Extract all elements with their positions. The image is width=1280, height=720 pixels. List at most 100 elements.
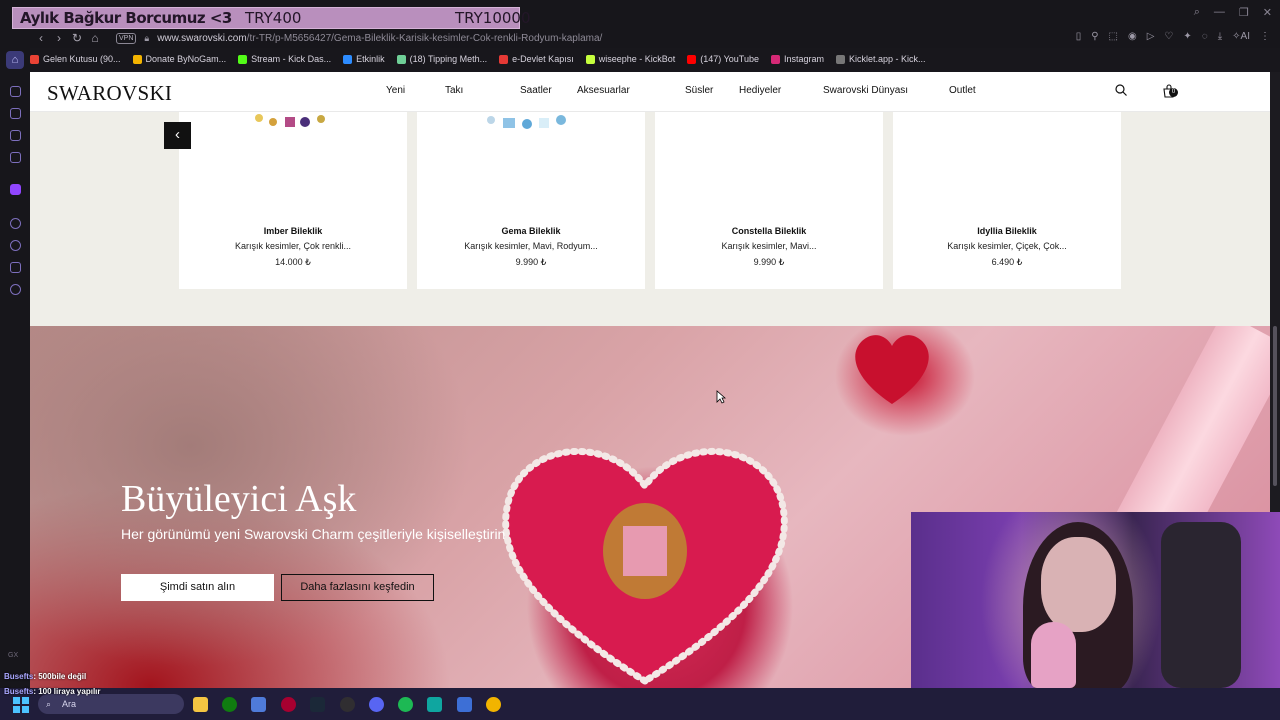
swarovski-logo[interactable]: SWAROVSKI: [47, 81, 172, 106]
product-price: 14.000 ₺: [275, 257, 311, 267]
file-explorer-icon[interactable]: [193, 697, 208, 712]
close-icon[interactable]: ✕: [1263, 6, 1272, 19]
taskbar-search-input[interactable]: ⌕ Ara: [38, 694, 184, 714]
xbox-icon[interactable]: [222, 697, 237, 712]
nav-item-taki[interactable]: Takı: [445, 85, 520, 96]
nav-item-hediyeler[interactable]: Hediyeler: [739, 85, 823, 96]
sidebar-settings-icon[interactable]: [10, 284, 21, 295]
url-path: /tr-TR/p-M5656427/Gema-Bileklik-Karisik-…: [246, 32, 603, 44]
sidebar-history-icon[interactable]: [10, 86, 21, 97]
bookmark-label: Kicklet.app - Kick...: [849, 54, 926, 64]
windows-start-icon[interactable]: [13, 697, 29, 713]
discord-icon[interactable]: [369, 697, 384, 712]
split-view-icon[interactable]: ▯: [1076, 31, 1082, 42]
account-icon[interactable]: ◌: [1202, 31, 1208, 42]
product-card[interactable]: Idyllia Bileklik Karışık kesimler, Çiçek…: [893, 112, 1121, 289]
bookmark-etkinlik[interactable]: Etkinlik: [343, 54, 385, 64]
settings-app-icon[interactable]: [457, 697, 472, 712]
heart-charm-image: [502, 447, 788, 686]
app-icon[interactable]: [427, 697, 442, 712]
camera-icon[interactable]: ◉: [1128, 31, 1137, 42]
nav-item-susler[interactable]: Süsler: [685, 85, 739, 96]
lock-icon[interactable]: 🔒︎: [144, 33, 149, 44]
address-bar: ‹ › ↻ ⌂ VPN 🔒︎ www.swarovski.com/tr-TR/p…: [0, 28, 1280, 48]
product-card[interactable]: Gema Bileklik Karışık kesimler, Mavi, Ro…: [417, 112, 645, 289]
ai-button[interactable]: ✧AI: [1232, 31, 1250, 42]
product-card[interactable]: Imber Bileklik Karışık kesimler, Çok ren…: [179, 112, 407, 289]
sidebar-twitch-icon[interactable]: [10, 184, 21, 195]
bookmark-youtube[interactable]: (147) YouTube: [687, 54, 759, 64]
streamer-webcam: [911, 512, 1280, 688]
bookmark-instagram[interactable]: Instagram: [770, 54, 824, 64]
sidebar-games-icon[interactable]: [10, 130, 21, 141]
back-icon[interactable]: ‹: [32, 31, 50, 45]
url-field[interactable]: www.swarovski.com/tr-TR/p-M5656427/Gema-…: [157, 33, 602, 44]
heart-icon[interactable]: ♡: [1164, 31, 1173, 42]
search-tabs-icon[interactable]: ⌕: [1194, 6, 1200, 19]
sidebar-clock-icon[interactable]: [10, 240, 21, 251]
nav-item-swarovski-dunyasi[interactable]: Swarovski Dünyası: [823, 85, 949, 96]
bookmark-gmail[interactable]: Gelen Kutusu (90...: [30, 54, 121, 64]
minimize-icon[interactable]: —: [1214, 6, 1225, 19]
pin-icon[interactable]: ⚲: [1091, 31, 1098, 42]
vpn-badge[interactable]: VPN: [116, 32, 137, 44]
nav-item-aksesuarlar[interactable]: Aksesuarlar: [577, 85, 685, 96]
webcam-microphone: [1031, 622, 1076, 688]
menu-icon[interactable]: ⋮: [1260, 31, 1270, 42]
sidebar-extensions-icon[interactable]: [10, 262, 21, 273]
opera-gx-icon[interactable]: [281, 697, 296, 712]
shop-now-button[interactable]: Şimdi satın alın: [121, 574, 274, 601]
bookmark-kicklet[interactable]: Kicklet.app - Kick...: [836, 54, 926, 64]
bookmark-label: Donate ByNoGam...: [145, 54, 227, 64]
home-icon[interactable]: ⌂: [86, 31, 104, 45]
bookmark-edevlet[interactable]: e-Devlet Kapısı: [499, 54, 574, 64]
hero-title: Büyüleyici Aşk: [121, 478, 357, 520]
sidebar-player-icon[interactable]: [10, 218, 21, 229]
nav-item-saatler[interactable]: Saatler: [520, 85, 577, 96]
sidebar-notes-icon[interactable]: [10, 152, 21, 163]
cart-count-badge: 0: [1169, 88, 1178, 97]
taskbar-search-icon: ⌕: [46, 699, 52, 709]
steam-icon[interactable]: [310, 697, 325, 712]
donation-goal-amount: TRY10000: [455, 9, 531, 27]
webcam-gaming-chair: [1161, 522, 1241, 688]
mouse-cursor-icon: [716, 390, 726, 404]
copilot-icon[interactable]: [251, 697, 266, 712]
nav-item-outlet[interactable]: Outlet: [949, 85, 976, 96]
donation-current-amount: TRY400: [245, 9, 302, 27]
spotify-icon[interactable]: [398, 697, 413, 712]
screenshot-icon[interactable]: ⬚: [1109, 31, 1118, 42]
obs-icon[interactable]: [340, 697, 355, 712]
product-name: Imber Bileklik: [263, 226, 323, 236]
product-card[interactable]: Constella Bileklik Karışık kesimler, Mav…: [655, 112, 883, 289]
product-description: Karışık kesimler, Mavi, Rodyum...: [464, 241, 598, 251]
chat-text: : 500bile değil: [33, 672, 87, 681]
carousel-prev-button[interactable]: ‹: [164, 122, 191, 149]
reload-icon[interactable]: ↻: [68, 31, 86, 45]
extensions-icon[interactable]: ✦: [1183, 31, 1191, 42]
bookmark-bynogame[interactable]: Donate ByNoGam...: [132, 54, 227, 64]
webcam-streamer-face: [1041, 537, 1116, 632]
tipping-icon: [396, 54, 406, 64]
scrollbar-thumb[interactable]: [1273, 326, 1277, 486]
chat-message: Busefts: 500bile değil: [4, 672, 86, 681]
nav-item-yeni[interactable]: Yeni: [386, 85, 445, 96]
chrome-icon[interactable]: [486, 697, 501, 712]
forward-icon[interactable]: ›: [50, 31, 68, 45]
play-icon[interactable]: ▷: [1147, 31, 1155, 42]
download-icon[interactable]: ⤓: [1218, 31, 1222, 42]
bookmark-tipping[interactable]: (18) Tipping Meth...: [396, 54, 487, 64]
product-image-gema: [487, 115, 566, 129]
sidebar-bag-icon[interactable]: [10, 108, 21, 119]
address-bar-icons: ▯ ⚲ ⬚ ◉ ▷ ♡ ✦ ◌ ⤓ ✧AI ⋮: [1076, 31, 1270, 42]
search-icon[interactable]: [1115, 84, 1127, 96]
bookmark-kickbot[interactable]: wiseephe - KickBot: [585, 54, 675, 64]
product-description: Karışık kesimler, Çiçek, Çok...: [947, 241, 1067, 251]
discover-more-button[interactable]: Daha fazlasını keşfedin: [281, 574, 434, 601]
product-carousel: Imber Bileklik Karışık kesimler, Çok ren…: [30, 112, 1270, 326]
bookmark-kick-dashboard[interactable]: Stream - Kick Das...: [238, 54, 331, 64]
bookmark-label: e-Devlet Kapısı: [512, 54, 574, 64]
sidebar-home-icon[interactable]: ⌂: [6, 51, 24, 69]
bookmark-label: Instagram: [783, 54, 824, 64]
maximize-icon[interactable]: ❐: [1239, 6, 1249, 19]
